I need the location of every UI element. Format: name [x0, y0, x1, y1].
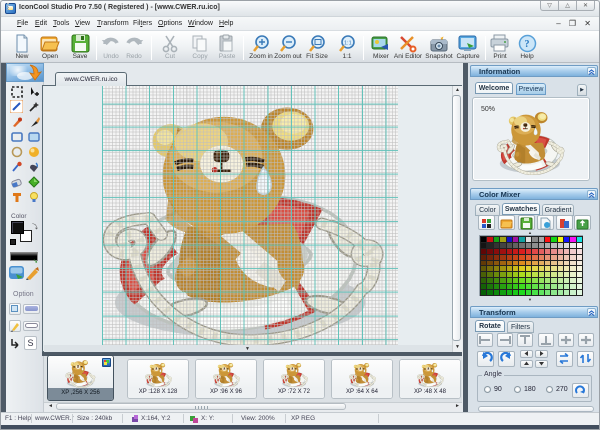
svg-text:1:1: 1:1 — [344, 41, 352, 47]
svg-text:?: ? — [524, 39, 529, 50]
